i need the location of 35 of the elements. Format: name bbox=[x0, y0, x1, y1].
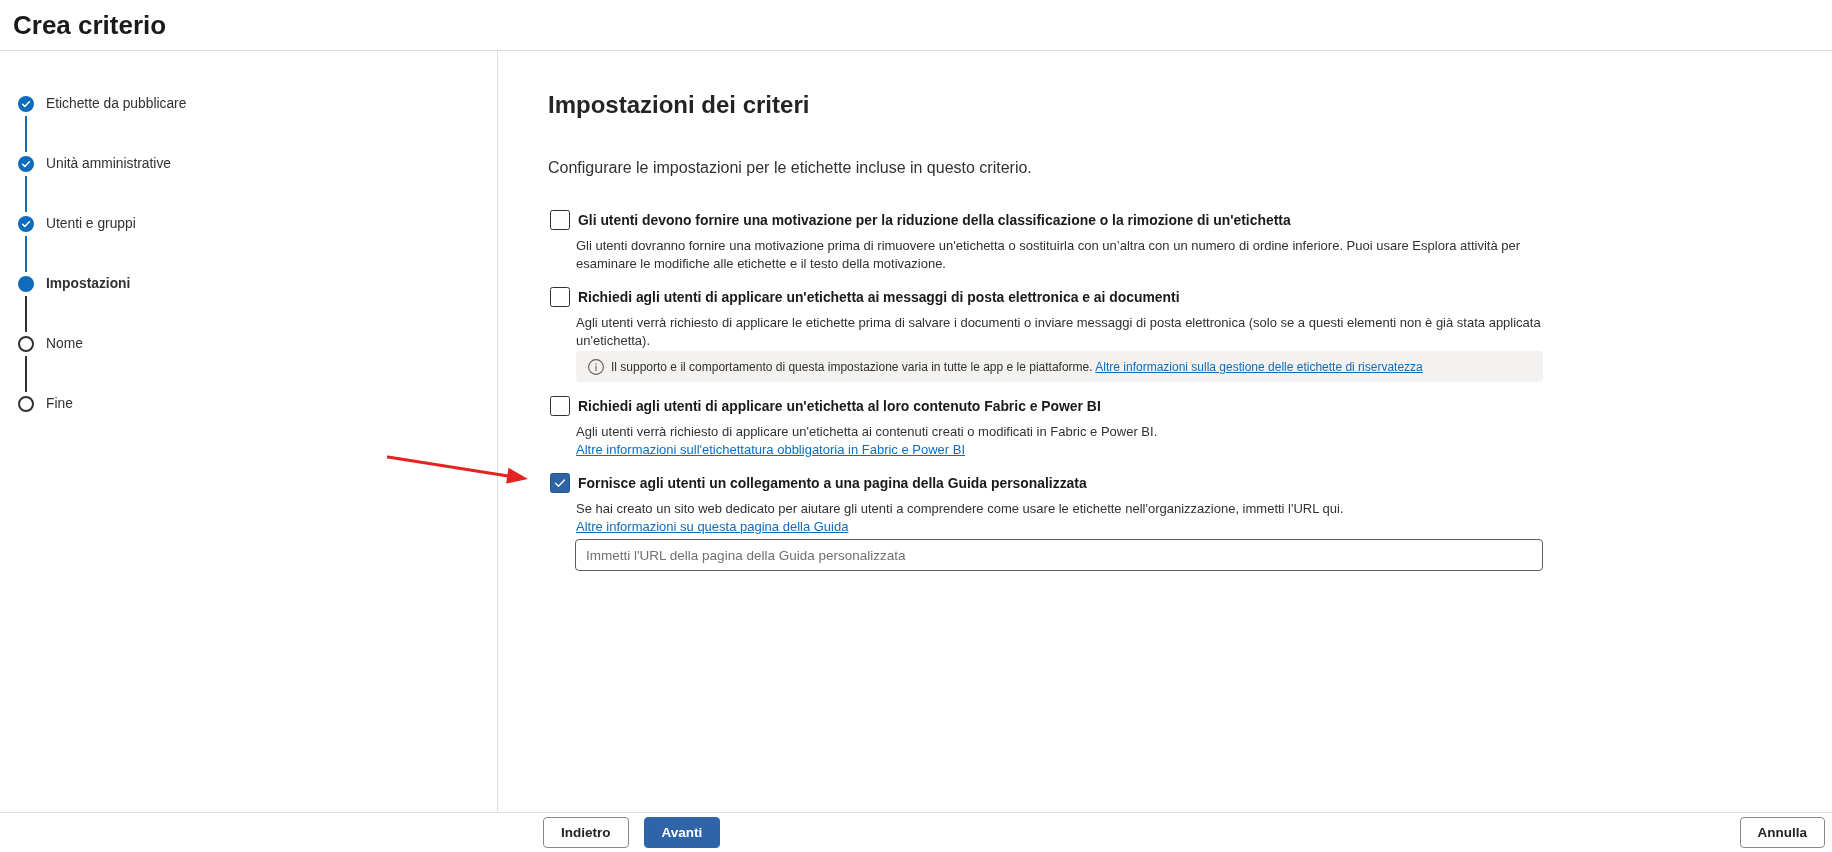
step-connector bbox=[25, 176, 27, 212]
step-label: Fine bbox=[46, 396, 73, 412]
step-connector bbox=[25, 356, 27, 392]
option-description: Gli utenti dovranno fornire una motivazione prima di rimuovere un'etichetta o sostituirla con un’altra con un numero di ordine inferiore. Puoi usare Esplora attività per esaminare le modifiche alle etichette e il testo della motivazione. bbox=[576, 237, 1522, 273]
option-description: Se hai creato un sito web dedicato per aiutare gli utenti a comprendere come usare le etichette nell'organizzazione, immetti l'URL qui. Altre informazioni su questa pagina della Guida bbox=[576, 500, 1345, 536]
step-label: Nome bbox=[46, 336, 83, 352]
step-label: Impostazioni bbox=[46, 276, 131, 292]
option-description: Agli utenti verrà richiesto di applicare le etichette prima di salvare i documenti o inviare messaggi di posta elettronica (solo se a questi elementi non è già stata applicata un'etichetta). bbox=[576, 314, 1542, 350]
page-title: Crea criterio bbox=[13, 9, 167, 42]
cancel-button[interactable]: Annulla bbox=[1739, 817, 1825, 848]
step-label: Unità amministrative bbox=[46, 156, 171, 172]
help-link[interactable]: Altre informazioni sulla gestione delle etichette di riservatezza bbox=[1095, 359, 1423, 374]
section-description: Configurare le impostazioni per le etichette incluse in questo criterio. bbox=[548, 158, 1033, 178]
option-label: Fornisce agli utenti un collegamento a una pagina della Guida personalizzata bbox=[578, 474, 1087, 492]
checkbox[interactable] bbox=[550, 473, 570, 493]
checkbox[interactable] bbox=[550, 396, 570, 416]
option-description: Agli utenti verrà richiesto di applicare un'etichetta ai contenuti creati o modificati in Fabric e Power BI. Altre informazioni sull'etichettatura obbligatoria in Fabric e Power BI bbox=[576, 423, 1159, 459]
help-link[interactable]: Altre informazioni sull'etichettatura obbligatoria in Fabric e Power BI bbox=[576, 442, 966, 457]
next-button[interactable]: Avanti bbox=[643, 817, 721, 848]
step-connector bbox=[25, 296, 27, 332]
info-text: Il supporto e il comportamento di questa impostazione varia in tutte le app e le piattaforme. Altre informazioni sulla gestione delle etichette di riservatezza bbox=[611, 358, 1423, 375]
option-label: Richiedi agli utenti di applicare un'etichetta al loro contenuto Fabric e Power BI bbox=[578, 397, 1101, 415]
option-label: Richiedi agli utenti di applicare un'etichetta ai messaggi di posta elettronica e ai documenti bbox=[578, 288, 1180, 306]
checkbox[interactable] bbox=[550, 210, 570, 230]
section-title: Impostazioni dei criteri bbox=[548, 90, 811, 120]
info-icon bbox=[588, 358, 604, 375]
back-button[interactable]: Indietro bbox=[543, 817, 629, 848]
url-input-field[interactable]: Immetti l'URL della pagina della Guida personalizzata bbox=[575, 539, 1543, 571]
step-label: Utenti e gruppi bbox=[46, 216, 136, 232]
help-link[interactable]: Altre informazioni su questa pagina della Guida bbox=[576, 519, 849, 534]
step-label: Etichette da pubblicare bbox=[46, 96, 187, 112]
step-connector bbox=[25, 236, 27, 272]
checkbox[interactable] bbox=[550, 287, 570, 307]
step-connector bbox=[25, 116, 27, 152]
option-label: Gli utenti devono fornire una motivazione per la riduzione della classificazione o la rimozione di un'etichetta bbox=[578, 211, 1291, 229]
